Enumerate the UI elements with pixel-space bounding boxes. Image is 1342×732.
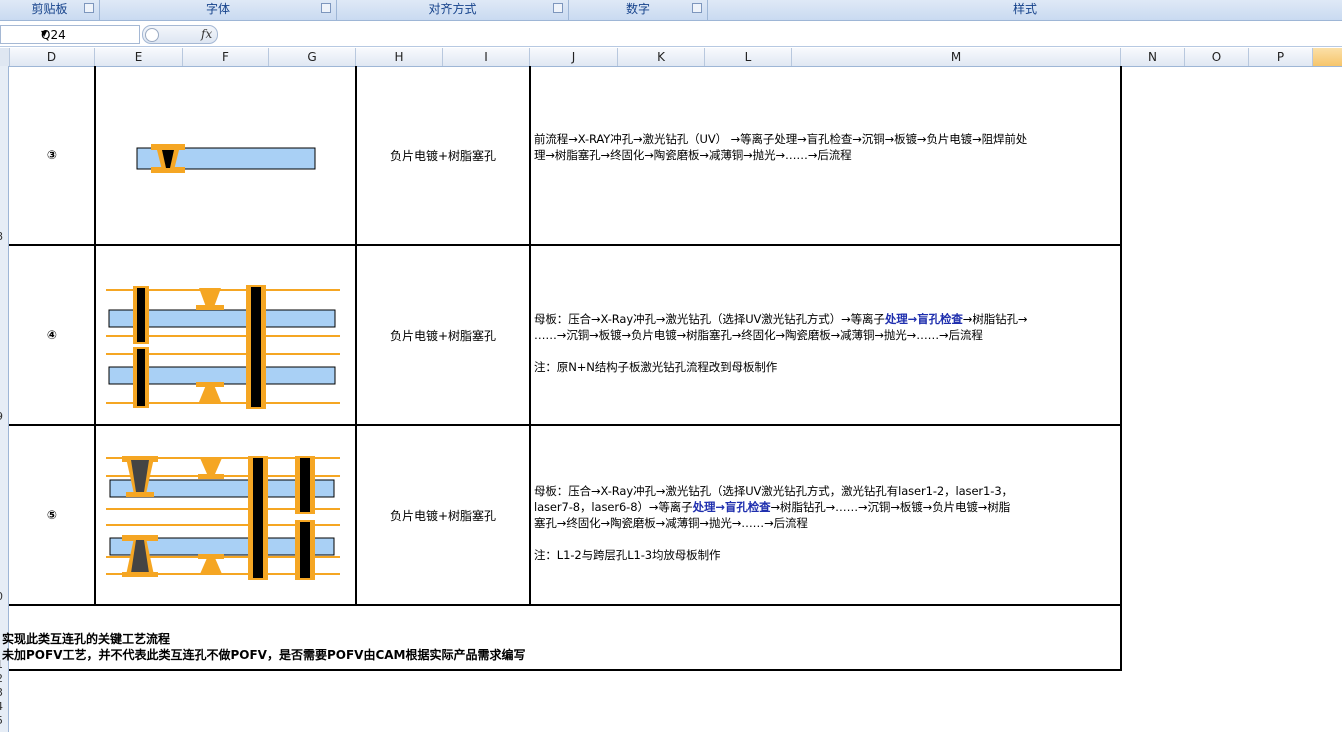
flow-line: 理→树脂塞孔→终固化→陶瓷磨板→减薄铜→抛光→……→后流程 [534, 148, 852, 162]
process-flow-4: 母板：压合→X-Ray冲孔→激光钻孔（选择UV激光钻孔方式）→等离子处理→盲孔检… [534, 311, 1028, 375]
column-header-j[interactable]: J [530, 48, 618, 66]
column-header-i[interactable]: I [443, 48, 530, 66]
column-header-h[interactable]: H [356, 48, 443, 66]
formula-input[interactable] [222, 25, 1340, 44]
flow-note: 注：L1-2与跨层孔L1-3均放母板制作 [534, 548, 721, 562]
footer-note-title: 实现此类互连孔的关键工艺流程 [2, 632, 171, 646]
column-header-o[interactable]: O [1185, 48, 1249, 66]
flow-line: 母板：压合→X-Ray冲孔→激光钻孔（选择UV激光钻孔方式，激光钻孔有laser… [534, 484, 1013, 498]
formula-bar: Q24 ▼ fx [0, 24, 1342, 47]
flow-line: ……→沉铜→板镀→负片电镀→树脂塞孔→终固化→陶瓷磨板→减薄铜→抛光→……→后流… [534, 328, 983, 342]
ribbon-group-number[interactable]: 数字 [569, 0, 708, 20]
process-type-5: 负片电镀+树脂塞孔 [389, 509, 497, 523]
row-number[interactable]: 9 [0, 410, 6, 423]
flow-highlight: 处理→盲孔检查 [884, 312, 963, 326]
cancel-circle-icon[interactable] [145, 28, 159, 42]
column-header-g[interactable]: G [269, 48, 356, 66]
flow-note: 注：原N+N结构子板激光钻孔流程改到母板制作 [534, 360, 778, 374]
row-index-5: ⑤ [46, 508, 58, 522]
row-number[interactable]: 5 [0, 714, 6, 727]
stackup-diagram-5 [106, 456, 340, 580]
flow-line: laser7-8，laser6-8）→等离子处理→盲孔检查→树脂钻孔→……→沉铜… [534, 499, 1013, 515]
flow-highlight: 处理→盲孔检查 [692, 500, 771, 514]
name-box[interactable]: Q24 ▼ [0, 25, 140, 44]
ribbon-group-alignment[interactable]: 对齐方式 [337, 0, 569, 20]
flow-text: 母板：压合→X-Ray冲孔→激光钻孔（选择UV激光钻孔方式）→等离子 [534, 312, 885, 326]
column-header-f[interactable]: F [183, 48, 269, 66]
column-header-q[interactable] [1313, 48, 1342, 66]
column-header-bar: D E F G H I J K L M N O P [0, 48, 1342, 67]
column-header-p[interactable]: P [1249, 48, 1313, 66]
ribbon-group-bar: 剪贴板 字体 对齐方式 数字 样式 [0, 0, 1342, 21]
column-header-e[interactable]: E [95, 48, 183, 66]
column-header-m[interactable]: M [792, 48, 1121, 66]
flow-line: 前流程→X-RAY冲孔→激光钻孔（UV） →等离子处理→盲孔检查→沉铜→板镀→负… [534, 132, 1028, 146]
row-number[interactable]: 2 [0, 672, 6, 685]
ribbon-group-styles[interactable]: 样式 [708, 0, 1342, 20]
row-number[interactable]: 4 [0, 700, 6, 713]
chevron-down-icon[interactable]: ▼ [41, 29, 135, 38]
row-index-3: ③ [46, 148, 58, 162]
flow-text: →树脂钻孔→ [962, 312, 1028, 326]
dialog-launcher-icon[interactable] [321, 3, 331, 13]
ribbon-group-font-label: 字体 [205, 2, 230, 16]
dialog-launcher-icon[interactable] [84, 3, 94, 13]
flow-text: laser7-8，laser6-8）→等离子 [534, 500, 693, 514]
footer-note-pofv: 未加POFV工艺，并不代表此类互连孔不做POFV，是否需要POFV由CAM根据实… [2, 648, 526, 662]
row-number[interactable]: 0 [0, 590, 6, 603]
ribbon-group-styles-label: 样式 [1012, 2, 1037, 16]
stackup-diagram-4 [106, 285, 340, 409]
process-flow-3: 前流程→X-RAY冲孔→激光钻孔（UV） →等离子处理→盲孔检查→沉铜→板镀→负… [534, 131, 1027, 163]
process-type-3: 负片电镀+树脂塞孔 [389, 149, 497, 163]
column-header-k[interactable]: K [618, 48, 705, 66]
flow-line: 塞孔→终固化→陶瓷磨板→减薄铜→抛光→……→后流程 [534, 516, 808, 530]
ribbon-group-number-label: 数字 [625, 2, 650, 16]
row-index-4: ④ [46, 328, 58, 342]
ribbon-group-clipboard-label: 剪贴板 [31, 2, 68, 16]
dialog-launcher-icon[interactable] [553, 3, 563, 13]
row-number[interactable]: 3 [0, 686, 6, 699]
stackup-diagram-3 [136, 144, 316, 173]
insert-function-icon[interactable]: fx [201, 27, 212, 41]
column-header-d[interactable]: D [9, 48, 95, 66]
process-flow-5: 母板：压合→X-Ray冲孔→激光钻孔（选择UV激光钻孔方式，激光钻孔有laser… [534, 483, 1013, 563]
ribbon-group-font[interactable]: 字体 [100, 0, 337, 20]
column-header-l[interactable]: L [705, 48, 792, 66]
formula-buttons: fx [142, 25, 218, 44]
ribbon-group-clipboard[interactable]: 剪贴板 [0, 0, 100, 20]
ribbon-group-alignment-label: 对齐方式 [428, 2, 477, 16]
flow-text: →树脂钻孔→……→沉铜→板镀→负片电镀→树脂 [770, 500, 1011, 514]
flow-line: 母板：压合→X-Ray冲孔→激光钻孔（选择UV激光钻孔方式）→等离子处理→盲孔检… [534, 311, 1028, 327]
row-number[interactable]: 8 [0, 230, 6, 243]
process-type-4: 负片电镀+树脂塞孔 [389, 329, 497, 343]
dialog-launcher-icon[interactable] [692, 3, 702, 13]
column-header-n[interactable]: N [1121, 48, 1185, 66]
